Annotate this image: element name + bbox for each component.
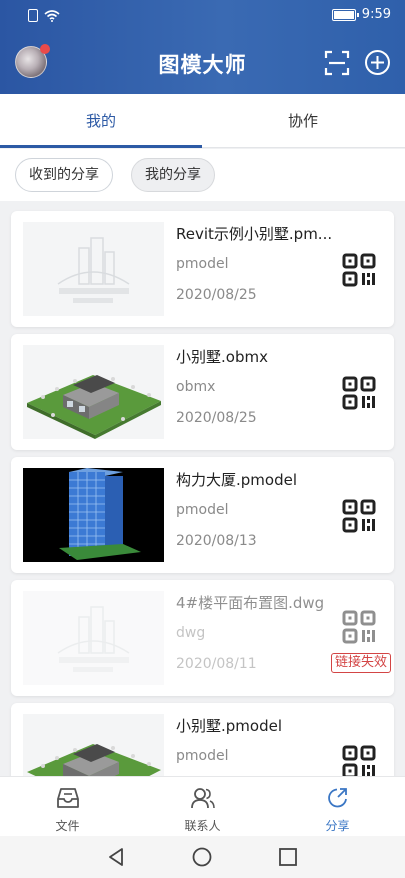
bottom-nav: 文件 联系人 分享 <box>0 776 405 836</box>
home-icon[interactable] <box>190 845 214 869</box>
file-type: dwg <box>176 625 206 641</box>
tower-model-image <box>59 468 141 560</box>
file-type: obmx <box>176 379 216 395</box>
status-time: 9:59 <box>361 7 391 22</box>
wifi-icon <box>44 9 60 22</box>
nav-label: 文件 <box>55 819 80 833</box>
file-thumbnail <box>23 714 164 776</box>
qr-code-icon[interactable] <box>342 376 376 410</box>
placeholder-logo-icon <box>57 606 130 672</box>
file-name: 构力大厦.pmodel <box>176 471 297 489</box>
inbox-icon <box>57 788 79 808</box>
file-thumbnail <box>23 222 164 316</box>
file-date: 2020/08/11 <box>176 656 257 672</box>
file-list[interactable]: Revit示例小别墅.pm... pmodel 2020/08/25 小别墅.o… <box>0 201 405 776</box>
qr-code-icon[interactable] <box>342 499 376 533</box>
battery-icon <box>331 8 359 21</box>
status-left <box>28 9 60 22</box>
tab-bar: 我的 协作 <box>0 94 405 148</box>
file-type: pmodel <box>176 502 229 518</box>
back-icon[interactable] <box>104 845 128 869</box>
list-item[interactable]: Revit示例小别墅.pm... pmodel 2020/08/25 <box>11 211 394 327</box>
list-item[interactable]: 小别墅.obmx obmx 2020/08/25 <box>11 334 394 450</box>
contacts-icon <box>191 788 215 809</box>
nav-label: 联系人 <box>184 819 221 833</box>
list-item[interactable]: 4#楼平面布置图.dwg dwg 2020/08/11 链接失效 <box>11 580 394 696</box>
file-thumbnail <box>23 468 164 562</box>
filter-bar: 收到的分享 我的分享 <box>0 149 405 201</box>
file-type: pmodel <box>176 256 229 272</box>
tab-mine[interactable]: 我的 <box>0 94 202 148</box>
scan-icon[interactable] <box>324 50 350 76</box>
status-bar: 9:59 <box>0 0 405 32</box>
villa-model-image <box>27 744 161 776</box>
qr-code-icon[interactable] <box>342 745 376 776</box>
file-thumbnail <box>23 591 164 685</box>
recents-icon[interactable] <box>276 845 300 869</box>
sim-icon <box>28 9 38 22</box>
placeholder-logo-icon <box>57 237 130 303</box>
file-name: 4#楼平面布置图.dwg <box>176 594 325 612</box>
list-item[interactable]: 构力大厦.pmodel pmodel 2020/08/13 <box>11 457 394 573</box>
nav-contacts[interactable]: 联系人 <box>135 777 270 837</box>
add-icon[interactable] <box>364 49 391 76</box>
link-expired-badge: 链接失效 <box>331 653 392 673</box>
app-header: 9:59 图模大师 <box>0 0 405 94</box>
villa-model-image <box>27 375 161 439</box>
filter-my-shares[interactable]: 我的分享 <box>131 158 215 192</box>
status-right: 9:59 <box>331 7 391 22</box>
file-date: 2020/08/25 <box>176 287 257 303</box>
file-type: pmodel <box>176 748 229 764</box>
nav-files[interactable]: 文件 <box>0 777 135 837</box>
file-name: 小别墅.pmodel <box>176 717 282 735</box>
file-date: 2020/08/25 <box>176 410 257 426</box>
nav-share[interactable]: 分享 <box>270 777 405 837</box>
qr-code-icon <box>342 610 376 644</box>
system-nav-bar <box>0 836 405 878</box>
file-date: 2020/08/13 <box>176 533 257 549</box>
list-item[interactable]: 小别墅.pmodel pmodel <box>11 703 394 776</box>
tab-indicator <box>0 145 202 148</box>
file-thumbnail <box>23 345 164 439</box>
qr-code-icon[interactable] <box>342 253 376 287</box>
share-icon <box>328 788 347 808</box>
nav-label: 分享 <box>325 819 350 833</box>
filter-received-shares[interactable]: 收到的分享 <box>15 158 113 192</box>
file-name: 小别墅.obmx <box>176 348 268 366</box>
file-name: Revit示例小别墅.pm... <box>176 225 333 243</box>
tab-collaboration[interactable]: 协作 <box>202 94 404 148</box>
